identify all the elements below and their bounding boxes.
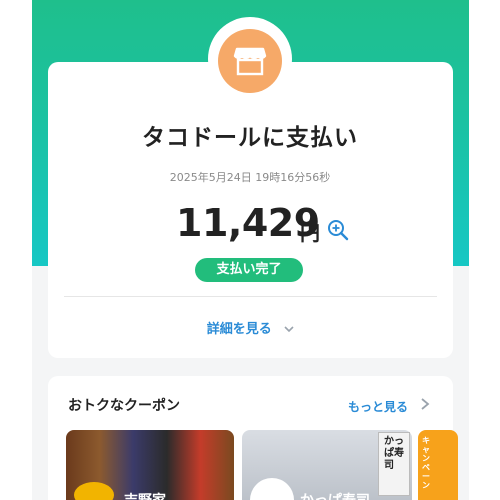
status-badge: 支払い完了 [195, 258, 303, 282]
chevron-right-icon[interactable] [420, 396, 430, 415]
coupon-label: かっぱ寿司 [300, 490, 370, 500]
chevron-down-icon [284, 322, 294, 337]
zoom-in-icon[interactable] [327, 219, 349, 245]
divider [64, 296, 437, 297]
coupon-label: キャンペーン [422, 436, 430, 490]
store-sign-text: かっぱ寿司 [384, 436, 404, 471]
details-link[interactable]: 詳細を見る [32, 318, 469, 337]
payment-timestamp: 2025年5月24日 19時16分56秒 [169, 171, 331, 184]
merchant-name: タコドールに支払い [142, 125, 358, 151]
more-link[interactable]: もっと見る [348, 398, 408, 415]
store-icon [218, 29, 282, 93]
coupon-section-title: おトクなクーポン [68, 398, 180, 414]
details-link-label[interactable]: 詳細を見る [207, 322, 272, 337]
currency-unit: 円 [300, 221, 320, 245]
payment-amount: 11,429 [176, 201, 320, 245]
coupon-label: 吉野家 [124, 490, 166, 500]
